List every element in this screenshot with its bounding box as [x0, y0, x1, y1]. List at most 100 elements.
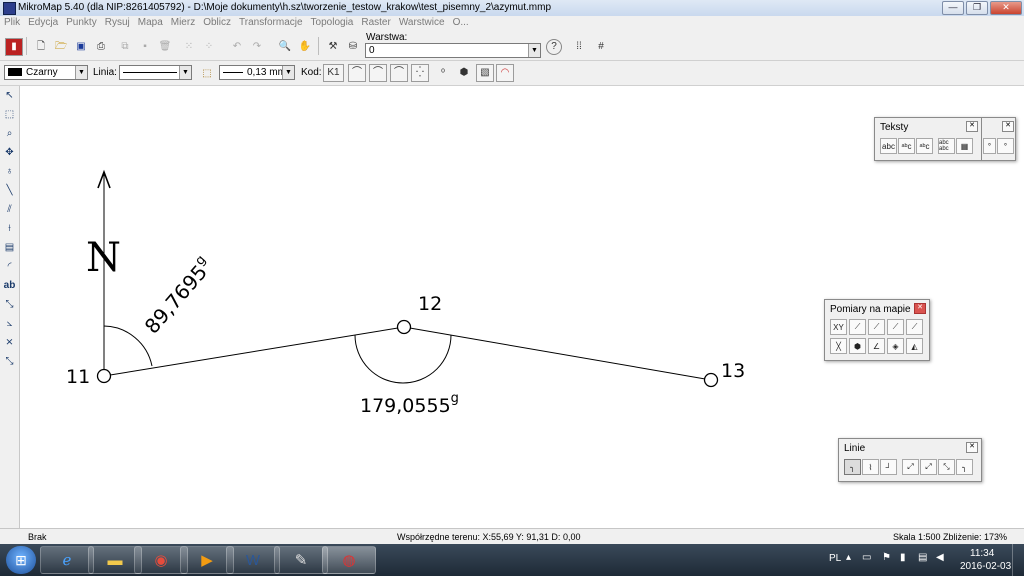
properties-icon[interactable]: ✋ — [296, 38, 314, 56]
menu-raster[interactable]: Raster — [357, 16, 394, 28]
grid-icon[interactable]: ⁞⁞ — [570, 38, 588, 56]
redo-icon[interactable]: ↷ — [248, 38, 266, 56]
text-tool-1[interactable]: abc — [880, 138, 897, 154]
menu-plik[interactable]: Plik — [0, 16, 24, 28]
points-tool-icon[interactable]: ⁛ — [411, 64, 429, 82]
menu-transformacje[interactable]: Transformacje — [235, 16, 307, 28]
crosshair-grid-icon[interactable]: # — [592, 38, 610, 56]
line-tool-3[interactable]: ┘ — [880, 459, 897, 475]
code-button[interactable]: K1 — [323, 64, 344, 82]
arc-tool-2-icon[interactable]: ⌒ — [369, 64, 387, 82]
hatch-icon[interactable]: ▧ — [476, 64, 494, 82]
menu-mapa[interactable]: Mapa — [134, 16, 167, 28]
text-tool-2[interactable]: ᵃᵇc — [898, 138, 915, 154]
restore-button[interactable]: ❐ — [966, 1, 988, 15]
angle-icon[interactable]: ⦣ — [2, 316, 17, 331]
text-tool-7[interactable]: ° — [997, 138, 1014, 154]
text-tool-3[interactable]: ᵃᵇc — [916, 138, 933, 154]
line-tool-1[interactable]: ╮ — [844, 459, 861, 475]
minimize-button[interactable]: — — [942, 1, 964, 15]
tray-app-icon[interactable]: ▭ — [862, 552, 871, 563]
measure-angle-button[interactable]: ∠ — [868, 338, 885, 354]
start-icon[interactable]: ⊞ — [6, 546, 36, 574]
chevron-down-icon[interactable]: ▼ — [282, 66, 294, 79]
texts-palette[interactable]: Teksty ✕ abc ᵃᵇc ᵃᵇc abc abc ▦ ✕ ° ° — [874, 117, 1016, 161]
word-icon[interactable]: W — [226, 546, 280, 574]
arc-tool-3-icon[interactable]: ⌒ — [390, 64, 408, 82]
measure-tool-10[interactable]: ◭ — [906, 338, 923, 354]
line-tool-5[interactable]: ⤢ — [920, 459, 937, 475]
show-desktop-button[interactable] — [1012, 544, 1024, 576]
line-icon[interactable]: ╲ — [2, 183, 17, 198]
tray-flag-icon[interactable]: ⚑ — [882, 552, 891, 563]
text-tool-6[interactable]: ° — [983, 138, 996, 154]
tools-icon[interactable]: ⚒ — [324, 38, 342, 56]
paint-icon[interactable]: ✎ — [274, 546, 328, 574]
close-icon[interactable]: ✕ — [914, 303, 926, 314]
line-width-select[interactable]: 0,13 mm ▼ — [219, 65, 295, 80]
line-style-select[interactable]: ▼ — [119, 65, 192, 80]
menu-punkty[interactable]: Punkty — [62, 16, 101, 28]
line-11-12[interactable] — [103, 326, 405, 377]
select-points-icon[interactable]: ⁙ — [180, 38, 198, 56]
language-indicator[interactable]: PL — [829, 553, 841, 564]
tray-volume-icon[interactable]: ◀ — [936, 552, 944, 563]
text-tool-5[interactable]: ▦ — [956, 138, 973, 154]
point-13-marker[interactable] — [703, 372, 719, 388]
new-file-icon[interactable]: 🗋 — [32, 38, 50, 56]
fill-icon[interactable]: ⬢ — [455, 64, 473, 82]
point-12-marker[interactable] — [396, 319, 412, 335]
layers-icon[interactable]: ⛁ — [344, 38, 362, 56]
text-tool-4[interactable]: abc abc — [938, 138, 955, 154]
measure-area-button[interactable]: ⬢ — [849, 338, 866, 354]
diagonal-icon[interactable]: ⤡ — [2, 354, 17, 369]
print-icon[interactable]: ⎙ — [92, 38, 110, 56]
tray-battery-icon[interactable]: ▮ — [900, 552, 906, 563]
close-icon[interactable]: ✕ — [1002, 121, 1014, 132]
measure-distance-button[interactable]: ⟋ — [849, 319, 866, 335]
close-button[interactable]: ✕ — [990, 1, 1022, 15]
chevron-down-icon[interactable]: ▼ — [179, 66, 191, 79]
chevron-down-icon[interactable]: ▼ — [528, 44, 540, 57]
measurements-palette[interactable]: Pomiary na mapie ✕ XY ⟋ ⟋ ⟋ ⟋ ╳ ⬢ ∠ ◈ ◭ — [824, 299, 930, 361]
menu-warstwice[interactable]: Warstwice — [395, 16, 449, 28]
close-icon[interactable]: ✕ — [966, 442, 978, 453]
tray-show-icon[interactable]: ▴ — [846, 552, 851, 563]
close-icon[interactable]: ✕ — [966, 121, 978, 132]
arc-icon[interactable]: ◜ — [2, 259, 17, 274]
table-icon[interactable]: ▤ — [2, 240, 17, 255]
save-icon[interactable]: ▣ — [72, 38, 90, 56]
menu-oblicz[interactable]: Oblicz — [199, 16, 235, 28]
mikromap-icon[interactable]: ◍ — [322, 546, 376, 574]
undo-icon[interactable]: ↶ — [228, 38, 246, 56]
menu-mierz[interactable]: Mierz — [167, 16, 199, 28]
menu-rysuj[interactable]: Rysuj — [101, 16, 134, 28]
measure-tool-4[interactable]: ⟋ — [887, 319, 904, 335]
lines-palette[interactable]: Linie ✕ ╮ ⌇ ┘ ⤢ ⤢ ⤡ ╮ — [838, 438, 982, 482]
zoom-in-icon[interactable]: ⌕ — [2, 126, 17, 141]
measure-xy-button[interactable]: XY — [830, 319, 847, 335]
select-area-icon[interactable]: ⁘ — [200, 38, 218, 56]
pointer-icon[interactable]: ↖ — [2, 88, 17, 103]
menu-o[interactable]: O... — [449, 16, 473, 28]
zoom-icon[interactable]: 🔍 — [276, 38, 294, 56]
dimension-icon[interactable]: ⤡ — [2, 297, 17, 312]
cut-icon[interactable]: ▪ — [136, 38, 154, 56]
line-tool-2[interactable]: ⌇ — [862, 459, 879, 475]
copy-icon[interactable]: ⧉ — [116, 38, 134, 56]
line-12-13[interactable] — [403, 326, 712, 381]
color-select[interactable]: Czarny ▼ — [4, 65, 88, 80]
help-icon[interactable]: ? — [546, 39, 562, 55]
measure-tool-6[interactable]: ╳ — [830, 338, 847, 354]
text-icon[interactable]: ab — [2, 278, 17, 293]
curve-icon[interactable]: ◠ — [496, 64, 514, 82]
pan-icon[interactable]: ✥ — [2, 145, 17, 160]
internet-explorer-icon[interactable]: ℯ — [40, 546, 94, 574]
delete-icon[interactable]: 🗑 — [156, 38, 174, 56]
measure-tool-3[interactable]: ⟋ — [868, 319, 885, 335]
line-tool-4[interactable]: ⤢ — [902, 459, 919, 475]
menu-edycja[interactable]: Edycja — [24, 16, 62, 28]
exit-icon[interactable]: ▮ — [5, 38, 23, 56]
line-tool-7[interactable]: ╮ — [956, 459, 973, 475]
point-11-marker[interactable] — [96, 368, 112, 384]
